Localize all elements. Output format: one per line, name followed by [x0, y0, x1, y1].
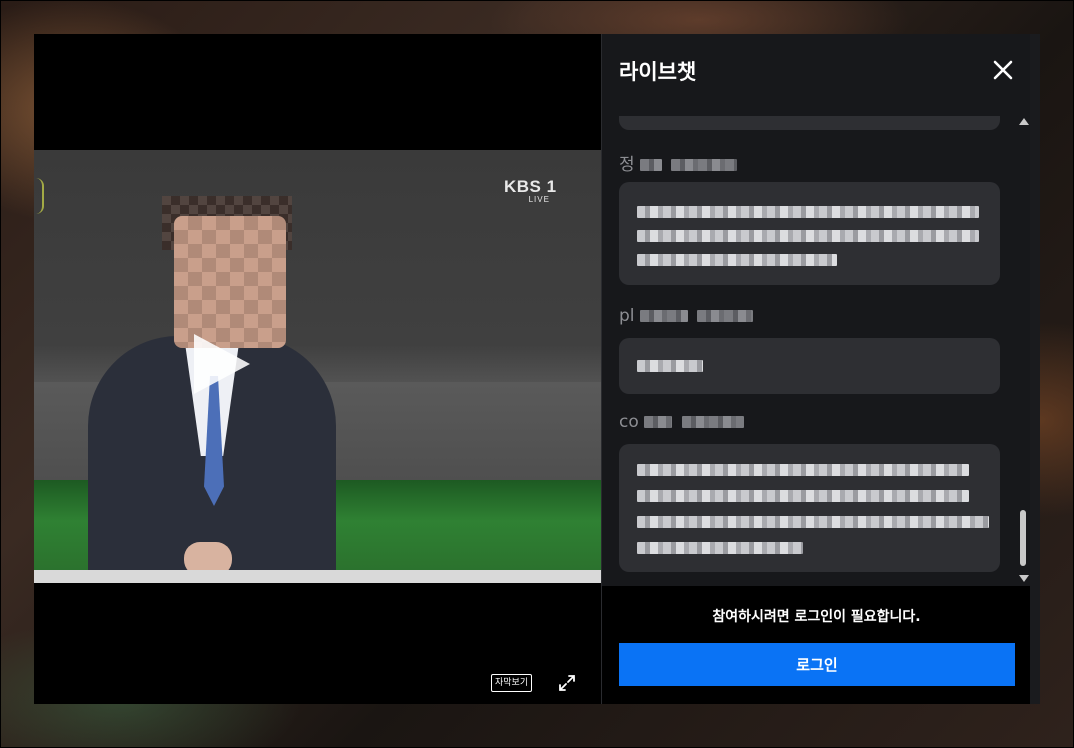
chat-message-bubble: [619, 444, 1000, 572]
blurred-message-text: [637, 542, 803, 554]
chat-username: co: [619, 412, 744, 432]
play-icon[interactable]: [194, 334, 250, 394]
blurred-message-text: [637, 206, 979, 218]
chat-username: 정: [619, 150, 738, 175]
chat-message-bubble: [619, 182, 1000, 285]
chat-title: 라이브챗: [619, 60, 697, 84]
chat-username: pl: [619, 306, 754, 326]
blurred-message-text: [637, 254, 837, 266]
close-icon[interactable]: [991, 58, 1015, 82]
blurred-username: [681, 416, 744, 428]
blurred-message-text: [637, 516, 989, 528]
blurred-message-text: [637, 230, 979, 242]
chat-message-bubble: [619, 116, 1000, 130]
overlay-graphic: [34, 178, 44, 214]
scroll-up-arrow-icon[interactable]: [1019, 118, 1029, 125]
blurred-username: [640, 159, 663, 171]
video-frame[interactable]: KBS 1 LIVE: [34, 150, 601, 583]
subtitle-button[interactable]: 자막보기: [491, 674, 533, 692]
login-required-notice: 참여하시려면 로그인이 필요합니다.: [712, 609, 921, 625]
live-chat-panel: 라이브챗 정 pl co 참여하시려면 로그인이 필요합니다. 로그인: [601, 34, 1031, 704]
login-button[interactable]: 로그인: [619, 643, 1015, 686]
scroll-track[interactable]: [1020, 130, 1026, 570]
fullscreen-icon[interactable]: [558, 674, 576, 692]
chat-username-prefix: co: [619, 412, 639, 432]
blurred-username: [644, 416, 673, 428]
chat-username-prefix: pl: [619, 306, 635, 326]
chat-scrollbar[interactable]: [1017, 114, 1029, 584]
scroll-thumb[interactable]: [1020, 510, 1026, 566]
chat-login-area: 참여하시려면 로그인이 필요합니다. 로그인: [602, 586, 1031, 704]
chat-message-bubble: [619, 338, 1000, 394]
channel-live-label: LIVE: [528, 195, 550, 204]
blurred-username: [639, 310, 688, 322]
blurred-username: [697, 310, 754, 322]
panel-edge: [1030, 34, 1040, 704]
video-player[interactable]: KBS 1 LIVE 자막보기: [34, 34, 601, 704]
blurred-message-text: [637, 464, 969, 476]
scroll-down-arrow-icon[interactable]: [1019, 575, 1029, 582]
chat-messages[interactable]: 정 pl co: [602, 116, 1017, 586]
channel-logo-text: KBS 1: [504, 177, 557, 196]
blurred-message-text: [637, 360, 703, 372]
blurred-username: [671, 159, 738, 171]
presenter-face-blurred: [174, 216, 286, 348]
blurred-message-text: [637, 490, 969, 502]
chat-username-prefix: 정: [619, 155, 635, 175]
channel-logo: KBS 1 LIVE: [504, 178, 557, 204]
studio-desk: [34, 570, 601, 583]
